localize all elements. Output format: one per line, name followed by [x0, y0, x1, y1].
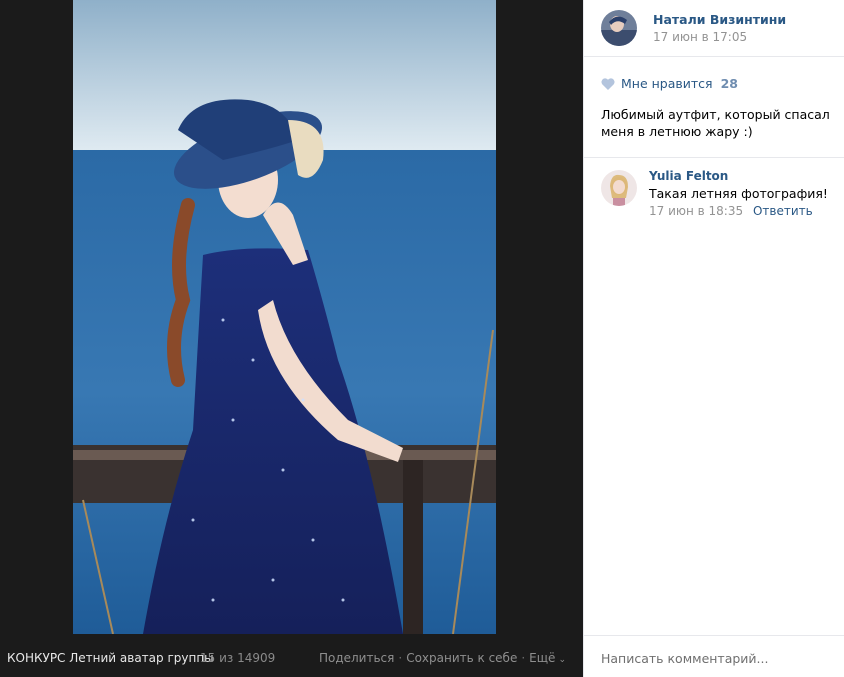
comment-meta: 17 июн в 18:35 Ответить [649, 204, 813, 218]
comment-text: Такая летняя фотография! [649, 186, 828, 201]
post-date[interactable]: 17 июн в 17:05 [653, 30, 747, 44]
commenter-name[interactable]: Yulia Felton [649, 169, 728, 183]
info-panel: Натали Визинтини 17 июн в 17:05 Мне нрав… [583, 0, 844, 677]
heart-icon [601, 77, 615, 90]
reply-button[interactable]: Ответить [753, 204, 813, 218]
comment-date[interactable]: 17 июн в 18:35 [649, 204, 743, 218]
photo-image[interactable] [73, 0, 496, 634]
separator: · [398, 651, 403, 665]
post-author: Натали Визинтини 17 июн в 17:05 [601, 10, 786, 46]
like-button[interactable]: Мне нравится 28 [601, 76, 738, 91]
like-label: Мне нравится [621, 76, 713, 91]
chevron-down-icon: ⌄ [558, 655, 566, 665]
more-label: Ещё [529, 651, 556, 665]
commenter-avatar[interactable] [601, 170, 637, 206]
author-avatar[interactable] [601, 10, 637, 46]
like-count: 28 [720, 76, 738, 91]
divider [584, 56, 844, 57]
divider [584, 157, 844, 158]
photo-viewer: КОНКУРС Летний аватар группы 15 из 14909… [0, 0, 583, 677]
share-button[interactable]: Поделиться [319, 651, 394, 665]
author-name[interactable]: Натали Визинтини [653, 12, 786, 27]
viewer-bottom-bar: КОНКУРС Летний аватар группы 15 из 14909… [0, 634, 583, 677]
post-caption: Любимый аутфит, который спасал меня в ле… [601, 107, 830, 139]
comment-input[interactable]: Написать комментарий... [601, 651, 768, 666]
save-button[interactable]: Сохранить к себе [406, 651, 517, 665]
divider [584, 635, 844, 636]
photo-actions: Поделиться · Сохранить к себе · Ещё ⌄ [319, 651, 566, 665]
separator: · [521, 651, 526, 665]
photo-counter: 15 из 14909 [200, 651, 276, 665]
album-title[interactable]: КОНКУРС Летний аватар группы [7, 651, 214, 665]
more-button[interactable]: Ещё ⌄ [529, 651, 566, 665]
